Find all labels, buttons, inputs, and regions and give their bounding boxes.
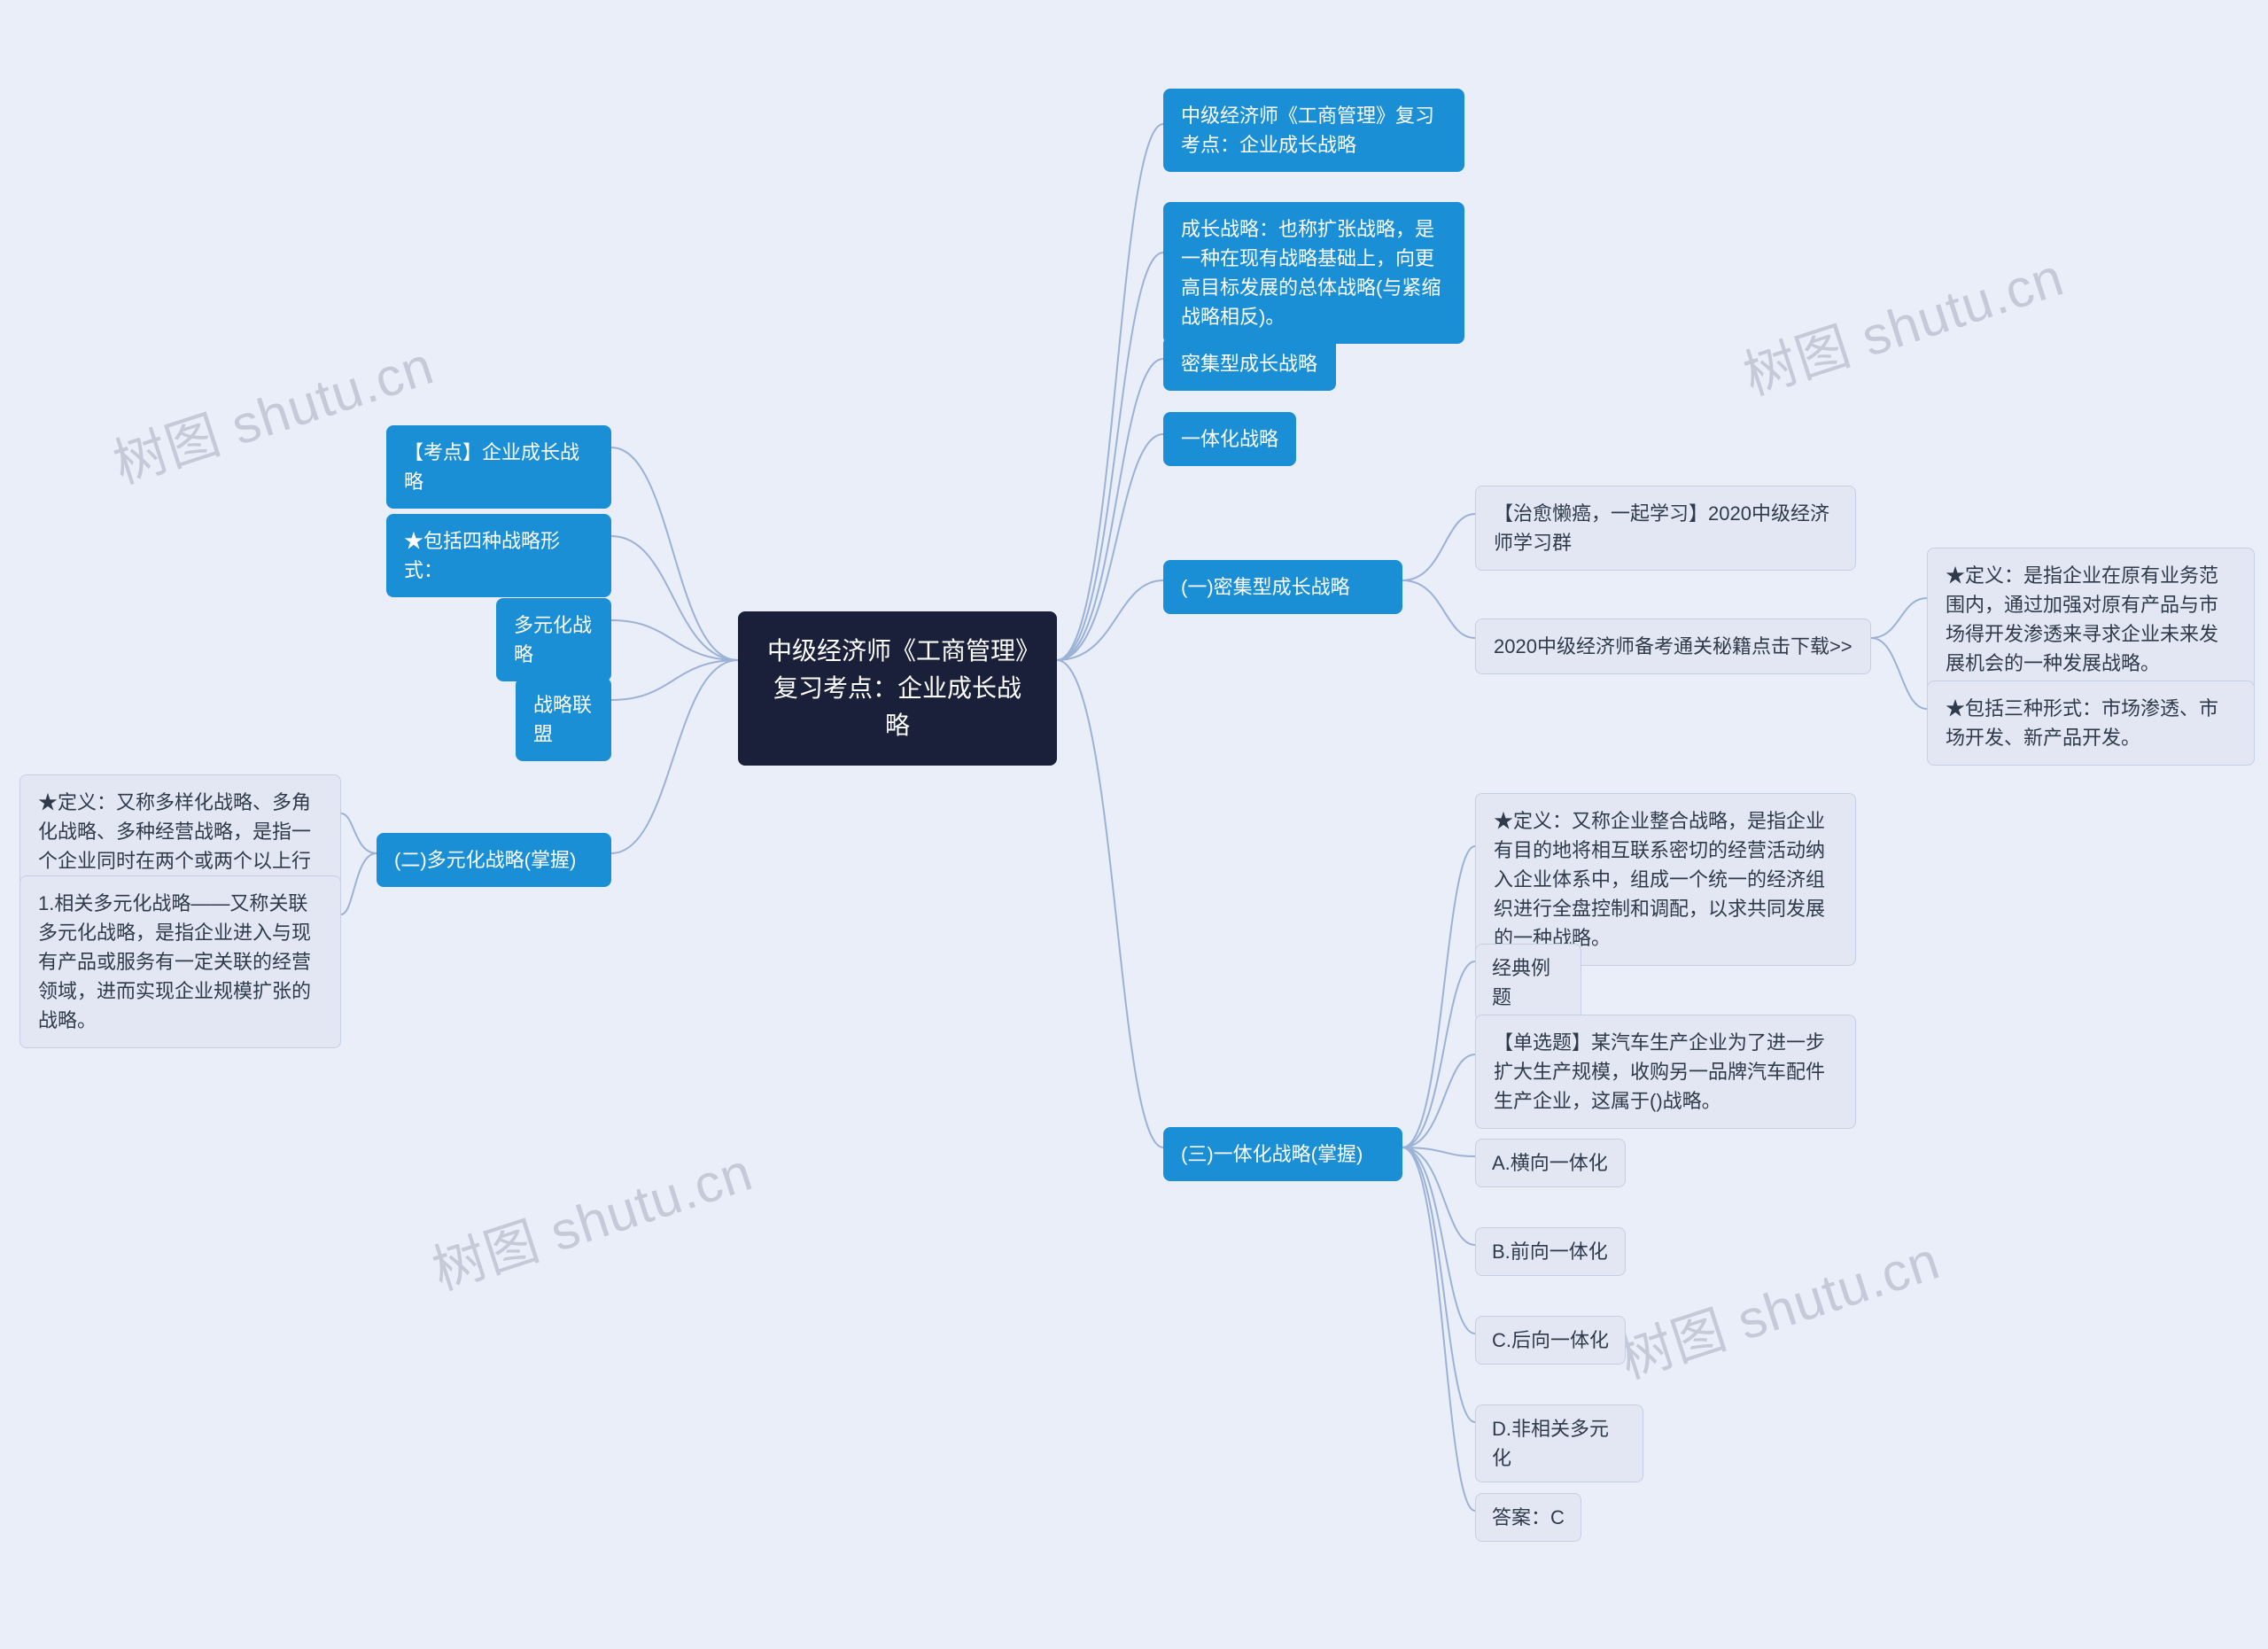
watermark: 树图 shutu.cn [1609, 1217, 1948, 1393]
node-option-a[interactable]: A.横向一体化 [1475, 1139, 1626, 1187]
node-div-related[interactable]: 1.相关多元化战略——又称关联多元化战略，是指企业进入与现有产品或服务有一定关联… [19, 875, 341, 1048]
root-node[interactable]: 中级经济师《工商管理》复习考点：企业成长战略 [738, 611, 1057, 766]
node-question[interactable]: 【单选题】某汽车生产企业为了进一步扩大生产规模，收购另一品牌汽车配件生产企业，这… [1475, 1015, 1856, 1129]
node-three-forms[interactable]: ★包括三种形式：市场渗透、市场开发、新产品开发。 [1927, 681, 2255, 766]
node-intensive-def[interactable]: ★定义：是指企业在原有业务范围内，通过加强对原有产品与市场得开发渗透来寻求企业未… [1927, 548, 2255, 691]
node-section1[interactable]: (一)密集型成长战略 [1163, 560, 1402, 614]
node-answer[interactable]: 答案：C [1475, 1493, 1581, 1542]
node-study-group[interactable]: 【治愈懒癌，一起学习】2020中级经济师学习群 [1475, 486, 1856, 571]
node-growth-def[interactable]: 成长战略：也称扩张战略，是一种在现有战略基础上，向更高目标发展的总体战略(与紧缩… [1163, 202, 1464, 344]
node-section3[interactable]: (三)一体化战略(掌握) [1163, 1127, 1402, 1181]
node-diversification-master[interactable]: (二)多元化战略(掌握) [377, 833, 611, 887]
watermark: 树图 shutu.cn [1733, 234, 2072, 409]
node-integ-def[interactable]: ★定义：又称企业整合战略，是指企业有目的地将相互联系密切的经营活动纳入企业体系中… [1475, 793, 1856, 966]
node-title-repeat[interactable]: 中级经济师《工商管理》复习考点：企业成长战略 [1163, 89, 1464, 172]
node-keypoint[interactable]: 【考点】企业成长战略 [386, 425, 611, 509]
node-diversification[interactable]: 多元化战略 [496, 598, 611, 681]
node-option-b[interactable]: B.前向一体化 [1475, 1227, 1626, 1276]
node-download[interactable]: 2020中级经济师备考通关秘籍点击下载>> [1475, 618, 1871, 674]
node-option-c[interactable]: C.后向一体化 [1475, 1316, 1626, 1365]
node-integration[interactable]: 一体化战略 [1163, 412, 1296, 466]
node-example[interactable]: 经典例题 [1475, 944, 1581, 1022]
node-four-forms[interactable]: ★包括四种战略形式： [386, 514, 611, 597]
node-alliance[interactable]: 战略联盟 [516, 678, 611, 761]
node-option-d[interactable]: D.非相关多元化 [1475, 1404, 1643, 1482]
watermark: 树图 shutu.cn [422, 1129, 761, 1304]
node-intensive[interactable]: 密集型成长战略 [1163, 337, 1336, 391]
